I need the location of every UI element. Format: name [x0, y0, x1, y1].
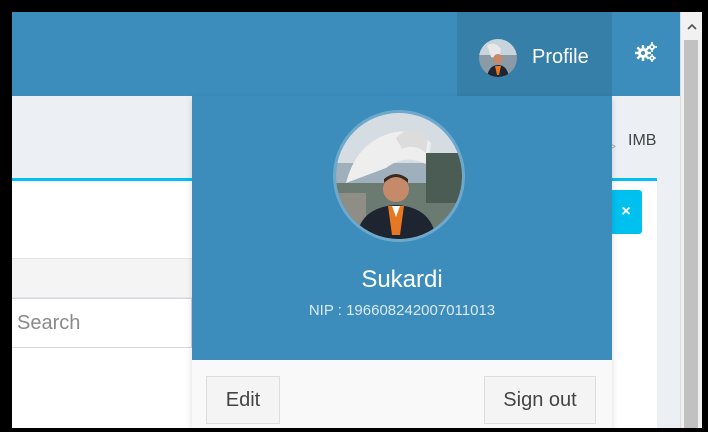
user-footer: Edit Sign out	[192, 360, 612, 428]
app-window: > IMB × Profile	[12, 12, 702, 428]
breadcrumb-current[interactable]: IMB	[628, 132, 656, 150]
top-navbar: Profile	[12, 12, 680, 96]
user-nip: NIP : 196608242007011013	[308, 302, 496, 319]
filter-bar	[12, 258, 192, 298]
edit-profile-button[interactable]: Edit	[206, 376, 280, 424]
gears-icon	[635, 41, 657, 67]
chevron-up-icon	[686, 23, 697, 30]
settings-button[interactable]	[612, 12, 680, 96]
scrollbar-thumb[interactable]	[684, 40, 698, 428]
close-icon: ×	[621, 203, 631, 220]
profile-menu-toggle[interactable]: Profile	[457, 12, 612, 96]
page-scrollbar[interactable]	[680, 12, 702, 428]
user-dropdown: Sukardi NIP : 196608242007011013 Edit Si…	[192, 96, 612, 428]
user-name: Sukardi	[361, 266, 443, 293]
search-input[interactable]	[12, 298, 192, 348]
box-close-button[interactable]: ×	[610, 190, 642, 234]
user-avatar	[479, 39, 517, 77]
profile-label: Profile	[532, 46, 589, 68]
sign-out-button[interactable]: Sign out	[484, 376, 596, 424]
user-header: Sukardi NIP : 196608242007011013	[192, 96, 612, 360]
user-profile-image	[333, 110, 465, 242]
scroll-up-arrow[interactable]	[681, 18, 702, 34]
